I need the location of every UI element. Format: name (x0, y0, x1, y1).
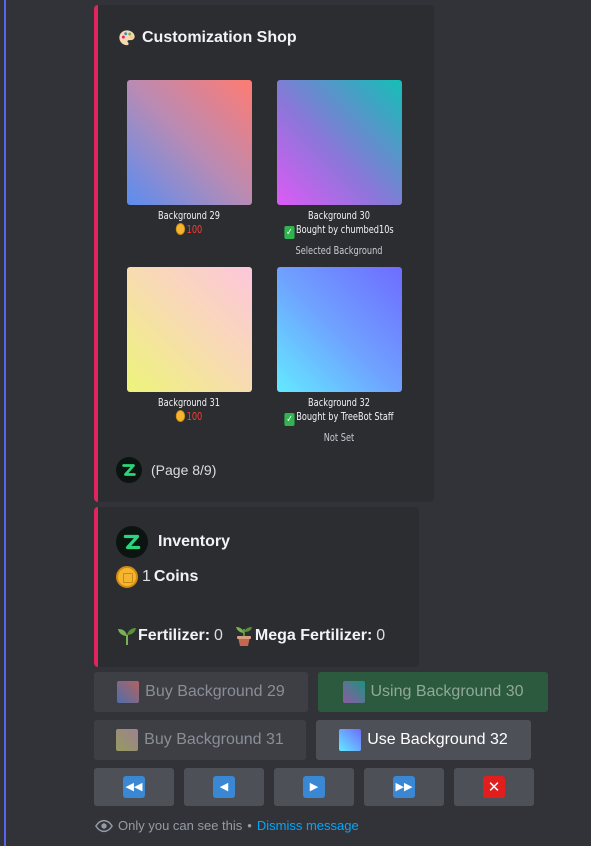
potted-plant-icon (235, 627, 252, 646)
background-29-price: 100 (186, 224, 203, 236)
ephemeral-text: Only you can see this (118, 818, 243, 833)
coin-icon (175, 223, 186, 235)
mega-fertilizer-label: Mega Fertilizer: (254, 627, 373, 644)
close-icon: ✕ (483, 776, 505, 798)
shop-title: Customization Shop (118, 29, 297, 47)
background-31-swatch-icon (116, 729, 139, 751)
background-31-preview (127, 267, 252, 392)
treebot-logo-icon (116, 457, 142, 483)
background-32-owner: Bought by TreeBot Staff (296, 411, 394, 423)
previous-page-button[interactable]: ◀ (184, 768, 264, 806)
coin-icon (175, 410, 186, 422)
background-32-swatch-icon (339, 729, 362, 751)
background-30-swatch-icon (342, 681, 365, 703)
fertilizer-row: Fertilizer: 0 Mega Fertilizer: 0 (116, 625, 385, 647)
page-indicator: (Page 8/9) (151, 462, 217, 478)
fertilizer-label: Fertilizer: (138, 627, 211, 644)
background-29-caption: Background 29 100 (119, 209, 259, 237)
background-30-caption: Background 30 ✓ Bought by chumbed10s Sele… (269, 209, 409, 258)
background-30-preview (277, 80, 402, 205)
background-32-status: Not Set (323, 432, 355, 444)
background-32-caption: Background 32 ✓ Bought by TreeBot Staff N… (269, 396, 409, 445)
treebot-avatar-icon (116, 526, 148, 558)
mega-fertilizer-value: 0 (376, 627, 386, 644)
shop-embed: Customization Shop Background 29 100 Bac… (94, 5, 434, 502)
buy-background-31-label: Buy Background 31 (144, 731, 284, 748)
first-page-button[interactable]: ◀◀ (94, 768, 174, 806)
background-32-name: Background 32 (308, 397, 370, 409)
ephemeral-separator: • (247, 818, 252, 833)
buy-background-31-button[interactable]: Buy Background 31 (94, 720, 306, 760)
close-button[interactable]: ✕ (454, 768, 534, 806)
use-background-32-label: Use Background 32 (367, 731, 508, 748)
background-29-name: Background 29 (158, 210, 220, 222)
background-30-name: Background 30 (308, 210, 370, 222)
arrow-right-icon: ▶ (303, 776, 325, 798)
shop-title-text: Customization Shop (142, 29, 297, 46)
rewind-icon: ◀◀ (123, 776, 145, 798)
using-background-30-label: Using Background 30 (370, 683, 524, 700)
coins-row: 1 Coins (116, 566, 198, 588)
check-icon: ✓ (284, 413, 295, 426)
coin-icon (116, 566, 138, 588)
eye-icon (95, 819, 113, 832)
use-background-32-button[interactable]: Use Background 32 (316, 720, 531, 760)
background-31-price: 100 (186, 411, 203, 423)
coins-value: 1 (142, 568, 151, 585)
background-31-caption: Background 31 100 (119, 396, 259, 424)
dismiss-message-link[interactable]: Dismiss message (257, 818, 359, 833)
background-32-preview (277, 267, 402, 392)
fertilizer-value: 0 (214, 627, 223, 644)
inventory-title: Inventory (158, 533, 231, 550)
palette-icon (119, 30, 135, 46)
background-30-owner: Bought by chumbed10s (296, 224, 394, 236)
coins-label: Coins (153, 568, 199, 585)
buy-background-29-button[interactable]: Buy Background 29 (94, 672, 308, 712)
background-30-status: Selected Background (295, 245, 383, 257)
next-page-button[interactable]: ▶ (274, 768, 354, 806)
last-page-button[interactable]: ▶▶ (364, 768, 444, 806)
using-background-30-button[interactable]: Using Background 30 (318, 672, 548, 712)
fast-forward-icon: ▶▶ (393, 776, 415, 798)
check-icon: ✓ (284, 226, 295, 239)
ephemeral-notice: Only you can see this • Dismiss message (95, 818, 359, 833)
arrow-left-icon: ◀ (213, 776, 235, 798)
buy-background-29-label: Buy Background 29 (145, 683, 285, 700)
seedling-icon (118, 628, 136, 645)
background-29-preview (127, 80, 252, 205)
inventory-embed: Inventory 1 Coins Fertilizer: 0 Mega Fer… (94, 507, 419, 667)
background-29-swatch-icon (117, 681, 140, 703)
message-rail (4, 0, 6, 846)
background-31-name: Background 31 (158, 397, 220, 409)
